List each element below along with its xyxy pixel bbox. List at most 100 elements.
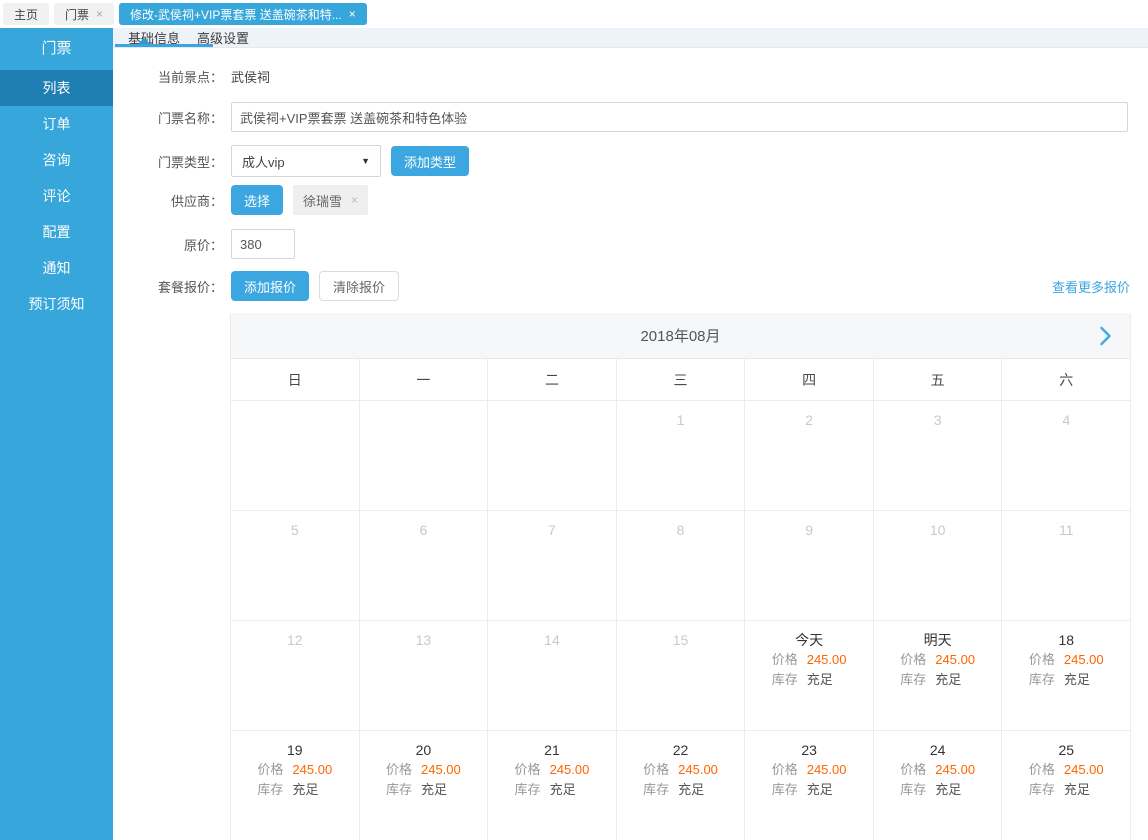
price-label: 价格 bbox=[900, 762, 926, 777]
price-value: 245.00 bbox=[807, 762, 847, 777]
price-label: 价格 bbox=[643, 762, 669, 777]
stock-line: 库存充足 bbox=[772, 670, 847, 690]
top-tab-tickets[interactable]: 门票 × bbox=[54, 3, 114, 25]
price-line: 价格245.00 bbox=[900, 650, 975, 670]
calendar-week-row: 1234 bbox=[231, 401, 1130, 511]
stock-label: 库存 bbox=[515, 782, 541, 797]
day-number: 5 bbox=[231, 520, 359, 540]
original-price-input[interactable] bbox=[231, 229, 295, 259]
top-tab-edit-ticket[interactable]: 修改-武侯祠+VIP票套票 送盖碗茶和特... × bbox=[119, 3, 367, 25]
calendar-day-cell[interactable]: 8 bbox=[617, 511, 746, 620]
calendar-day-cell[interactable]: 18价格245.00库存充足 bbox=[1002, 621, 1130, 730]
page: 主页 门票 × 修改-武侯祠+VIP票套票 送盖碗茶和特... × 门票 列表 … bbox=[0, 0, 1148, 840]
calendar-day-cell[interactable]: 12 bbox=[231, 621, 360, 730]
calendar-day-cell[interactable]: 22价格245.00库存充足 bbox=[617, 731, 746, 840]
price-line: 价格245.00 bbox=[772, 760, 847, 780]
stock-value: 充足 bbox=[935, 782, 961, 797]
calendar-day-cell[interactable]: 15 bbox=[617, 621, 746, 730]
view-more-quotes-link[interactable]: 查看更多报价 bbox=[1052, 277, 1130, 296]
add-type-button[interactable]: 添加类型 bbox=[391, 146, 469, 176]
calendar-day-cell[interactable]: 23价格245.00库存充足 bbox=[745, 731, 874, 840]
sidebar-item-consult[interactable]: 咨询 bbox=[0, 142, 113, 178]
calendar-day-cell[interactable]: 10 bbox=[874, 511, 1003, 620]
calendar-day-cell[interactable] bbox=[360, 401, 489, 510]
package-quote-label: 套餐报价： bbox=[113, 277, 223, 296]
calendar-day-cell[interactable]: 5 bbox=[231, 511, 360, 620]
calendar-day-cell[interactable]: 3 bbox=[874, 401, 1003, 510]
ticket-type-row: 门票类型： 成人vip ▼ 添加类型 bbox=[113, 145, 1148, 177]
stock-value: 充足 bbox=[935, 672, 961, 687]
price-label: 价格 bbox=[1029, 762, 1055, 777]
calendar-day-cell[interactable]: 11 bbox=[1002, 511, 1130, 620]
stock-value: 充足 bbox=[550, 782, 576, 797]
day-number: 8 bbox=[617, 520, 745, 540]
tab-basic-info[interactable]: 基础信息 bbox=[128, 28, 180, 47]
sidebar-item-config[interactable]: 配置 bbox=[0, 214, 113, 250]
sidebar-item-comments[interactable]: 评论 bbox=[0, 178, 113, 214]
day-price-stock-info: 价格245.00库存充足 bbox=[900, 650, 975, 690]
original-price-row: 原价： bbox=[113, 229, 1148, 259]
price-line: 价格245.00 bbox=[257, 760, 332, 780]
next-month-button[interactable] bbox=[1099, 326, 1112, 346]
calendar-day-cell[interactable]: 今天价格245.00库存充足 bbox=[745, 621, 874, 730]
calendar-day-cell[interactable]: 14 bbox=[488, 621, 617, 730]
day-number: 22 bbox=[617, 740, 745, 760]
sidebar-item-orders[interactable]: 订单 bbox=[0, 106, 113, 142]
day-number bbox=[488, 410, 616, 430]
sidebar-item-booking-notes[interactable]: 预订须知 bbox=[0, 286, 113, 322]
calendar-day-cell[interactable]: 21价格245.00库存充足 bbox=[488, 731, 617, 840]
calendar-day-cell[interactable]: 9 bbox=[745, 511, 874, 620]
calendar-day-cell[interactable]: 13 bbox=[360, 621, 489, 730]
stock-label: 库存 bbox=[386, 782, 412, 797]
sidebar-item-list[interactable]: 列表 bbox=[0, 70, 113, 106]
price-value: 245.00 bbox=[935, 652, 975, 667]
calendar-day-cell[interactable]: 25价格245.00库存充足 bbox=[1002, 731, 1130, 840]
ticket-type-select[interactable]: 成人vip ▼ bbox=[231, 145, 381, 177]
scenic-value: 武侯祠 bbox=[231, 67, 270, 86]
stock-label: 库存 bbox=[900, 782, 926, 797]
close-icon[interactable]: × bbox=[349, 8, 356, 20]
stock-label: 库存 bbox=[772, 782, 798, 797]
stock-value: 充足 bbox=[1064, 782, 1090, 797]
price-label: 价格 bbox=[515, 762, 541, 777]
day-number: 13 bbox=[360, 630, 488, 650]
calendar-header: 2018年08月 bbox=[231, 313, 1130, 359]
tab-advanced-settings[interactable]: 高级设置 bbox=[197, 28, 249, 47]
stock-line: 库存充足 bbox=[900, 780, 975, 800]
calendar-day-cell[interactable]: 19价格245.00库存充足 bbox=[231, 731, 360, 840]
content-area: 基础信息 高级设置 当前景点： 武侯祠 门票名称： 门票类型： 成人vip ▼ bbox=[113, 28, 1148, 840]
day-number: 11 bbox=[1002, 520, 1130, 540]
top-tab-home[interactable]: 主页 bbox=[3, 3, 49, 25]
remove-supplier-icon[interactable]: × bbox=[351, 193, 358, 207]
calendar-day-cell[interactable]: 1 bbox=[617, 401, 746, 510]
calendar-day-cell[interactable]: 4 bbox=[1002, 401, 1130, 510]
stock-value: 充足 bbox=[421, 782, 447, 797]
close-icon[interactable]: × bbox=[96, 8, 103, 20]
select-supplier-button[interactable]: 选择 bbox=[231, 185, 283, 215]
price-value: 245.00 bbox=[292, 762, 332, 777]
calendar-weekday-row: 日一二三四五六 bbox=[231, 359, 1130, 401]
day-number: 7 bbox=[488, 520, 616, 540]
calendar-day-cell[interactable]: 6 bbox=[360, 511, 489, 620]
weekday-header: 六 bbox=[1002, 359, 1130, 400]
calendar-day-cell[interactable]: 24价格245.00库存充足 bbox=[874, 731, 1003, 840]
supplier-label: 供应商： bbox=[113, 191, 223, 210]
supplier-tag-name: 徐瑞雪 bbox=[303, 191, 342, 210]
price-line: 价格245.00 bbox=[1029, 650, 1104, 670]
calendar-day-cell[interactable]: 7 bbox=[488, 511, 617, 620]
calendar-day-cell[interactable] bbox=[488, 401, 617, 510]
price-line: 价格245.00 bbox=[386, 760, 461, 780]
add-quote-button[interactable]: 添加报价 bbox=[231, 271, 309, 301]
clear-quote-button[interactable]: 清除报价 bbox=[319, 271, 399, 301]
calendar-day-cell[interactable] bbox=[231, 401, 360, 510]
ticket-name-input[interactable] bbox=[231, 102, 1128, 132]
sidebar-item-notify[interactable]: 通知 bbox=[0, 250, 113, 286]
calendar-day-cell[interactable]: 明天价格245.00库存充足 bbox=[874, 621, 1003, 730]
day-price-stock-info: 价格245.00库存充足 bbox=[772, 650, 847, 690]
day-price-stock-info: 价格245.00库存充足 bbox=[643, 760, 718, 800]
price-line: 价格245.00 bbox=[772, 650, 847, 670]
calendar-day-cell[interactable]: 2 bbox=[745, 401, 874, 510]
day-number bbox=[360, 410, 488, 430]
calendar-day-cell[interactable]: 20价格245.00库存充足 bbox=[360, 731, 489, 840]
day-number: 23 bbox=[745, 740, 873, 760]
